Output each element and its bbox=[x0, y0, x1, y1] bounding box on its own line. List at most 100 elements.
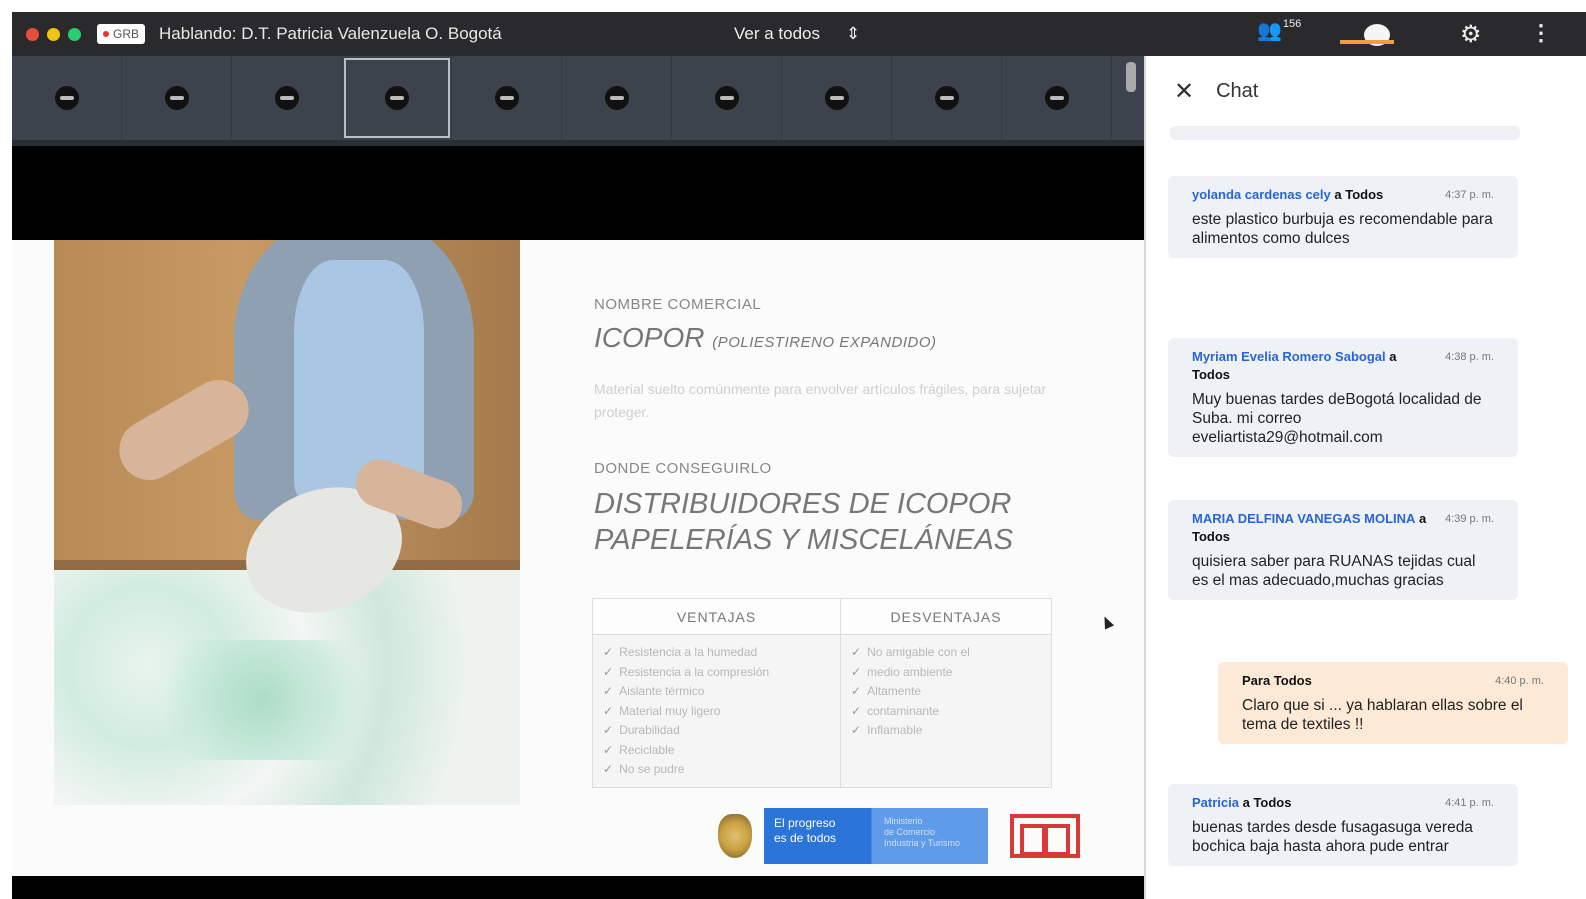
message-sender-line: yolanda cardenas cely a Todos bbox=[1192, 186, 1383, 204]
chat-toggle-button[interactable] bbox=[1362, 20, 1392, 50]
chat-message[interactable]: Patricia a Todos 4:41 p. m. buenas tardes … bbox=[1168, 784, 1518, 866]
check-icon: ✓ bbox=[851, 703, 862, 718]
product-subtitle: (POLIESTIRENO EXPANDIDO) bbox=[712, 334, 937, 351]
check-icon: ✓ bbox=[603, 762, 614, 776]
header-ventajas: VENTAJAS bbox=[593, 599, 841, 634]
sender-name[interactable]: Para Todos bbox=[1242, 673, 1312, 688]
sender-name[interactable]: Patricia bbox=[1192, 795, 1239, 810]
chat-message[interactable]: MARIA DELFINA VANEGAS MOLINA a Todos 4:39… bbox=[1168, 500, 1518, 600]
message-sender-line: MARIA DELFINA VANEGAS MOLINA a Todos bbox=[1192, 510, 1435, 546]
chat-message[interactable]: yolanda cardenas cely a Todos 4:37 p. m. e… bbox=[1168, 176, 1518, 258]
chat-panel: ✕ Chat yolanda cardenas cely a Todos 4:37… bbox=[1144, 56, 1586, 899]
sender-name[interactable]: yolanda cardenas cely bbox=[1192, 187, 1331, 202]
chat-message[interactable]: Myriam Evelia Romero Sabogal a Todos 4:38… bbox=[1168, 338, 1518, 457]
government-logo: El progreso es de todos Ministerio de Co… bbox=[764, 808, 988, 864]
ventaja-item: ✓ Resistencia a la compresión bbox=[603, 663, 830, 683]
participant-tile[interactable] bbox=[1002, 56, 1112, 140]
ventaja-text: Resistencia a la humedad bbox=[619, 645, 758, 659]
check-icon: ✓ bbox=[851, 645, 862, 659]
red-emblem-icon bbox=[1010, 814, 1080, 858]
check-icon: ✓ bbox=[603, 723, 614, 737]
colombia-crest-icon bbox=[718, 814, 752, 858]
desventaja-item: ✓ Inflamable bbox=[851, 721, 970, 741]
message-text: este plastico burbuja es recomendable pa… bbox=[1192, 211, 1493, 247]
participant-tile[interactable] bbox=[122, 56, 232, 140]
more-options-button[interactable]: ⋮ bbox=[1530, 20, 1552, 46]
window-controls bbox=[26, 27, 81, 41]
message-header: MARIA DELFINA VANEGAS MOLINA a Todos 4:39… bbox=[1192, 510, 1494, 546]
message-header: Para Todos 4:40 p. m. bbox=[1242, 672, 1544, 690]
participants-button[interactable]: 👥 156 bbox=[1257, 18, 1301, 43]
minimize-window-button[interactable] bbox=[47, 27, 60, 41]
ventaja-text: Reciclable bbox=[619, 742, 675, 757]
message-sender-line: Myriam Evelia Romero Sabogal a Todos bbox=[1192, 348, 1435, 384]
recipient: a Todos bbox=[1334, 187, 1384, 202]
table-header: VENTAJAS DESVENTAJAS bbox=[593, 599, 1051, 635]
check-icon: ✓ bbox=[851, 684, 862, 698]
view-all-dropdown[interactable]: Ver a todos ⇕ bbox=[734, 24, 860, 44]
message-text: quisiera saber para RUANAS tejidas cual … bbox=[1192, 553, 1476, 589]
desventaja-text: Altamente bbox=[867, 684, 922, 698]
check-icon: ✓ bbox=[603, 664, 614, 679]
stage-letterbox-bottom bbox=[12, 876, 1144, 899]
header-desventajas: DESVENTAJAS bbox=[890, 609, 1002, 625]
camera-off-icon bbox=[164, 86, 189, 110]
product-name: ICOPOR (POLIESTIRENO EXPANDIDO) bbox=[594, 322, 937, 354]
product-name-text: ICOPOR bbox=[594, 322, 705, 353]
message-header: Patricia a Todos 4:41 p. m. bbox=[1192, 794, 1494, 812]
record-icon bbox=[103, 31, 109, 37]
check-icon: ✓ bbox=[603, 742, 614, 757]
camera-off-icon bbox=[494, 86, 519, 110]
participant-tile[interactable] bbox=[12, 56, 122, 140]
sender-name[interactable]: MARIA DELFINA VANEGAS MOLINA bbox=[1192, 511, 1415, 526]
close-icon[interactable]: ✕ bbox=[1174, 77, 1194, 106]
check-icon: ✓ bbox=[603, 645, 614, 659]
where-label: DONDE CONSEGUIRLO bbox=[594, 460, 772, 477]
view-all-label: Ver a todos bbox=[734, 24, 821, 43]
chat-title: Chat bbox=[1216, 79, 1259, 102]
participant-tiles bbox=[12, 56, 1144, 140]
chat-message[interactable]: Para Todos 4:40 p. m. Claro que si ... ya … bbox=[1218, 662, 1568, 744]
message-sender-line: Patricia a Todos bbox=[1192, 794, 1291, 812]
message-time: 4:41 p. m. bbox=[1445, 797, 1494, 809]
message-text: Claro que si ... ya hablaran ellas sobre… bbox=[1242, 697, 1523, 733]
ventaja-item: ✓ Aislante térmico bbox=[603, 682, 830, 702]
desventaja-item: ✓ medio ambiente bbox=[851, 663, 970, 683]
government-slogan: El progreso es de todos bbox=[774, 816, 837, 845]
recording-badge[interactable]: GRB bbox=[97, 24, 146, 44]
participant-tile[interactable] bbox=[452, 56, 562, 140]
camera-off-icon bbox=[824, 86, 849, 110]
desventaja-text: medio ambiente bbox=[867, 664, 953, 679]
message-time: 4:39 p. m. bbox=[1445, 513, 1494, 525]
strip-scrollbar[interactable] bbox=[1126, 62, 1136, 92]
sender-name[interactable]: Myriam Evelia Romero Sabogal bbox=[1192, 349, 1386, 364]
message-header: yolanda cardenas cely a Todos 4:37 p. m. bbox=[1192, 186, 1494, 204]
close-window-button[interactable] bbox=[26, 27, 39, 41]
desventajas-column: ✓ No amigable con el ✓ medio ambiente ✓ Altam… bbox=[841, 635, 980, 788]
participant-tile[interactable] bbox=[342, 56, 452, 140]
stage-letterbox-top bbox=[12, 146, 1144, 240]
participant-tile[interactable] bbox=[892, 56, 1002, 140]
participant-tile[interactable] bbox=[562, 56, 672, 140]
participant-tile[interactable] bbox=[672, 56, 782, 140]
settings-button[interactable]: ⚙ bbox=[1460, 20, 1482, 49]
camera-off-icon bbox=[54, 86, 79, 110]
check-icon: ✓ bbox=[603, 684, 614, 698]
message-text: buenas tardes desde fusagasuga vereda bo… bbox=[1192, 819, 1473, 855]
trade-name-label: NOMBRE COMERCIAL bbox=[594, 296, 762, 313]
participant-tile[interactable] bbox=[782, 56, 892, 140]
maximize-window-button[interactable] bbox=[68, 27, 81, 41]
desventaja-text: No amigable con el bbox=[867, 645, 970, 659]
recipient: a Todos bbox=[1242, 795, 1292, 810]
ventaja-text: Aislante térmico bbox=[619, 684, 705, 698]
message-time: 4:38 p. m. bbox=[1445, 351, 1494, 363]
camera-off-icon bbox=[274, 86, 299, 110]
ventaja-item: ✓ No se pudre bbox=[603, 760, 830, 780]
desventaja-text: Inflamable bbox=[867, 723, 923, 737]
ministry-name: Ministerio de Comercio Industria y Turis… bbox=[884, 816, 961, 848]
pros-cons-table: VENTAJAS DESVENTAJAS ✓ Resistencia a la h… bbox=[592, 598, 1052, 788]
people-icon: 👥 bbox=[1257, 20, 1282, 42]
product-description: Material suelto comúnmente para envolver… bbox=[594, 381, 1047, 420]
check-icon: ✓ bbox=[851, 723, 862, 737]
participant-tile[interactable] bbox=[232, 56, 342, 140]
